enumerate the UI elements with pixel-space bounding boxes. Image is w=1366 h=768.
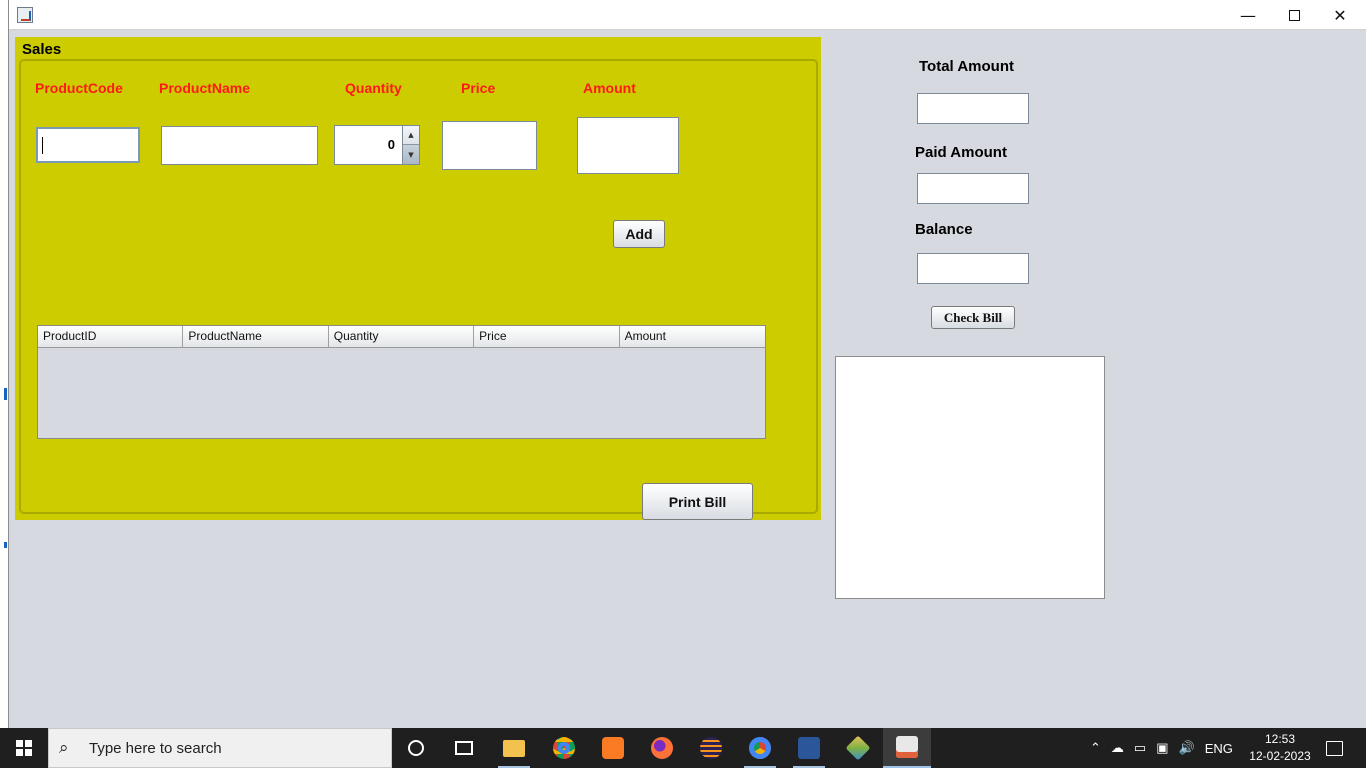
clock[interactable]: 12:53 12-02-2023: [1240, 731, 1320, 765]
total-amount-label: Total Amount: [919, 58, 1014, 75]
cortana-button[interactable]: [392, 728, 440, 768]
quantity-value: 0: [387, 137, 395, 152]
start-button[interactable]: [0, 728, 48, 768]
chevron-up-icon[interactable]: ⌃: [1090, 740, 1101, 756]
product-code-label: ProductCode: [35, 80, 123, 96]
title-bar: — ✕: [9, 0, 1366, 30]
print-bill-button[interactable]: Print Bill: [642, 483, 753, 520]
cloud-icon[interactable]: ☁: [1111, 740, 1124, 756]
column-header-price[interactable]: Price: [474, 326, 620, 347]
netbeans-button[interactable]: [834, 728, 882, 768]
maximize-icon: [1288, 9, 1300, 21]
table-header: ProductID ProductName Quantity Price Amo…: [38, 326, 765, 348]
battery-icon[interactable]: ▭: [1134, 740, 1146, 756]
close-button[interactable]: ✕: [1317, 0, 1363, 30]
word-button[interactable]: [785, 728, 833, 768]
task-view-button[interactable]: [440, 728, 488, 768]
price-label: Price: [461, 80, 496, 96]
minimize-button[interactable]: —: [1225, 0, 1271, 30]
balance-label: Balance: [915, 221, 973, 238]
java-app-taskbar-button[interactable]: [883, 728, 931, 768]
search-icon: ⌕: [59, 738, 69, 758]
sales-title: Sales: [22, 41, 62, 58]
firefox-button[interactable]: [638, 728, 686, 768]
bill-text-area[interactable]: [835, 356, 1105, 599]
clock-time: 12:53: [1264, 732, 1296, 746]
maximize-button[interactable]: [1271, 0, 1317, 30]
java-app-icon[interactable]: [17, 7, 33, 23]
eclipse-button[interactable]: [687, 728, 735, 768]
volume-icon[interactable]: 🔊: [1179, 740, 1195, 756]
word-icon: [798, 737, 820, 759]
total-amount-input[interactable]: [917, 93, 1029, 124]
chrome-profile-button[interactable]: [736, 728, 784, 768]
minimize-icon: —: [1240, 5, 1256, 25]
product-name-input[interactable]: [161, 126, 318, 165]
cortana-icon: [408, 740, 424, 756]
text-caret: [42, 137, 43, 154]
search-placeholder: Type here to search: [89, 739, 222, 757]
paid-amount-label: Paid Amount: [915, 144, 1007, 161]
column-header-quantity[interactable]: Quantity: [329, 326, 475, 347]
paid-amount-input[interactable]: [917, 173, 1029, 204]
spinner-up-button[interactable]: ▲: [403, 126, 419, 145]
quantity-label: Quantity: [345, 80, 402, 96]
taskbar-search-box[interactable]: ⌕ Type here to search: [48, 728, 392, 768]
close-icon: ✕: [1333, 5, 1347, 25]
sales-table: ProductID ProductName Quantity Price Amo…: [37, 325, 766, 439]
xampp-button[interactable]: [589, 728, 637, 768]
java-icon: [896, 736, 918, 758]
network-icon[interactable]: ▣: [1156, 740, 1168, 756]
desktop-edge: [0, 0, 8, 728]
quantity-spinner[interactable]: 0 ▲ ▼: [334, 125, 420, 165]
notifications-button[interactable]: [1322, 728, 1346, 768]
eclipse-icon: [700, 737, 722, 759]
desktop-edge-mark: [4, 388, 7, 400]
chrome-icon: [553, 737, 575, 759]
system-tray: ⌃ ☁ ▭ ▣ 🔊 ENG: [1090, 728, 1233, 768]
xampp-icon: [602, 737, 624, 759]
netbeans-icon: [845, 735, 871, 761]
clock-date: 12-02-2023: [1249, 749, 1311, 763]
folder-icon: [503, 739, 525, 757]
chrome-profile-icon: [749, 737, 771, 759]
column-header-amount[interactable]: Amount: [620, 326, 765, 347]
product-name-label: ProductName: [159, 80, 251, 96]
sales-panel: Sales ProductCode ProductName Quantity P…: [15, 37, 821, 520]
price-input[interactable]: [442, 121, 537, 170]
product-code-input[interactable]: [36, 127, 140, 163]
notification-icon: [1325, 740, 1343, 756]
spinner-buttons: ▲ ▼: [402, 126, 419, 164]
language-indicator[interactable]: ENG: [1205, 741, 1233, 756]
amount-input[interactable]: [577, 117, 679, 174]
file-explorer-button[interactable]: [490, 728, 538, 768]
task-view-icon: [455, 741, 473, 755]
windows-icon: [16, 740, 32, 756]
column-header-product-id[interactable]: ProductID: [38, 326, 184, 347]
desktop-edge-mark: [4, 542, 7, 548]
taskbar: ⌕ Type here to search ⌃ ☁ ▭ ▣ 🔊 ENG 12:5…: [0, 728, 1366, 768]
add-button[interactable]: Add: [613, 220, 665, 248]
app-window: — ✕ Sales ProductCode ProductName Quanti…: [8, 0, 1366, 728]
balance-input[interactable]: [917, 253, 1029, 284]
chrome-button[interactable]: [540, 728, 588, 768]
spinner-down-button[interactable]: ▼: [403, 145, 419, 164]
caret-up-icon: ▲: [408, 131, 414, 139]
caret-down-icon: ▼: [408, 150, 414, 159]
firefox-icon: [651, 737, 673, 759]
check-bill-button[interactable]: Check Bill: [931, 306, 1015, 329]
column-header-product-name[interactable]: ProductName: [183, 326, 329, 347]
amount-label: Amount: [583, 80, 636, 96]
